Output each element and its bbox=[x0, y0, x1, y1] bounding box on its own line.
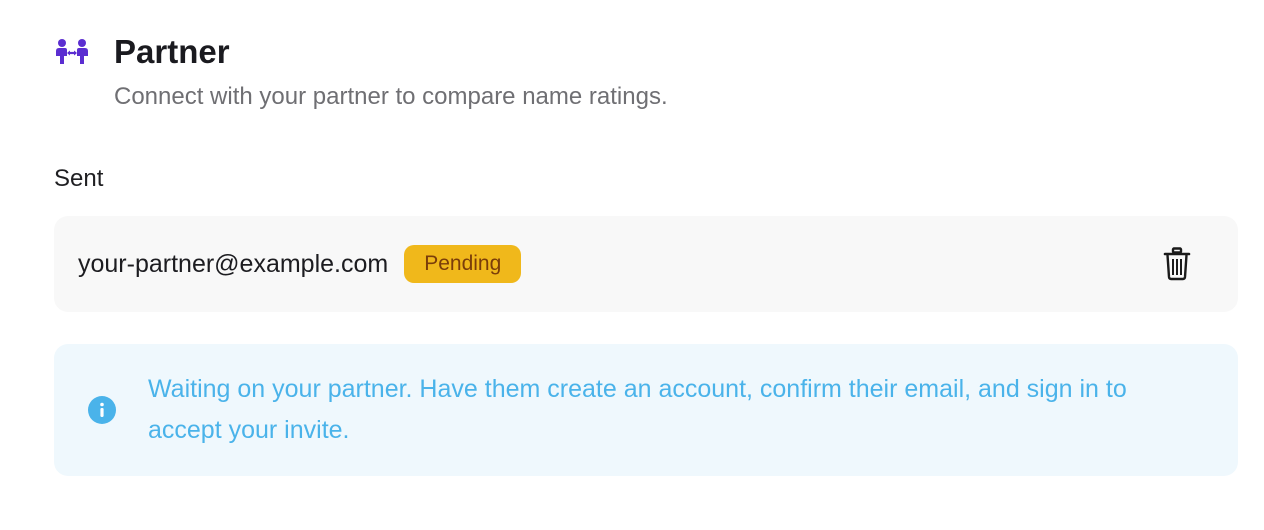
section-header: Partner Connect with your partner to com… bbox=[54, 32, 668, 112]
page-title: Partner bbox=[114, 33, 230, 70]
info-notice-text: Waiting on your partner. Have them creat… bbox=[148, 375, 1127, 444]
delete-invite-button[interactable] bbox=[1160, 245, 1194, 283]
trash-icon bbox=[1163, 247, 1191, 281]
status-badge: Pending bbox=[404, 245, 522, 283]
sent-section-label: Sent bbox=[54, 165, 104, 192]
info-icon bbox=[88, 396, 116, 424]
header-text: Partner Connect with your partner to com… bbox=[114, 32, 668, 112]
partner-link-icon bbox=[54, 34, 90, 70]
info-notice: Waiting on your partner. Have them creat… bbox=[54, 344, 1238, 476]
partner-settings-page: Partner Connect with your partner to com… bbox=[0, 0, 1264, 530]
sent-invite-row: your-partner@example.com Pending bbox=[54, 216, 1238, 312]
invite-email: your-partner@example.com bbox=[78, 250, 389, 278]
page-subtitle: Connect with your partner to compare nam… bbox=[114, 83, 668, 110]
